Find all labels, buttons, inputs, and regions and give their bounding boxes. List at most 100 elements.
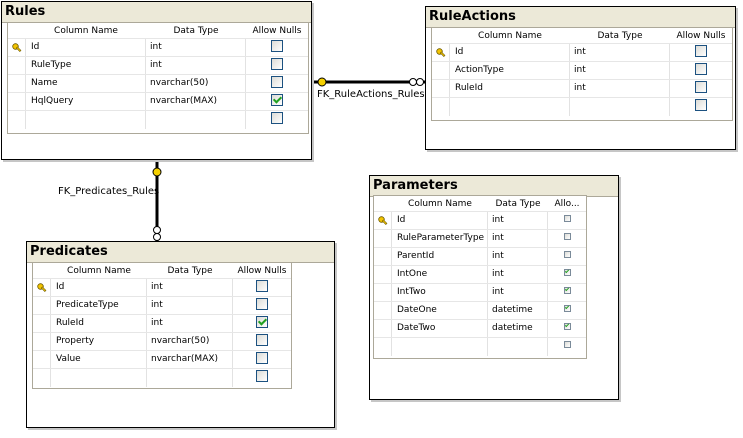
data-type-cell[interactable] — [147, 369, 233, 387]
data-type-header[interactable]: Data Type — [146, 23, 246, 38]
column-name-cell[interactable]: Name — [26, 75, 146, 93]
row-selector[interactable] — [33, 333, 51, 351]
data-type-cell[interactable]: datetime — [488, 302, 548, 320]
row-selector[interactable] — [8, 111, 26, 129]
table-ruleactions[interactable]: RuleActions Column Name Data Type Allow Nul… — [425, 6, 736, 150]
data-type-cell[interactable]: int — [147, 315, 233, 333]
column-name-cell[interactable]: Id — [450, 44, 570, 62]
column-row[interactable] — [374, 337, 586, 356]
row-selector[interactable] — [33, 279, 51, 297]
allow-nulls-header[interactable]: Allow Nulls — [233, 263, 291, 278]
data-type-cell[interactable] — [488, 338, 548, 356]
column-name-cell[interactable]: Value — [51, 351, 147, 369]
column-row[interactable] — [8, 110, 308, 129]
allow-nulls-checkbox[interactable] — [256, 315, 268, 328]
column-row[interactable]: PredicateType int — [33, 296, 291, 315]
relationship-label-predicates-rules[interactable]: FK_Predicates_Rules — [58, 186, 159, 197]
allow-nulls-checkbox[interactable] — [563, 269, 571, 276]
column-row[interactable]: RuleId int — [33, 314, 291, 333]
row-selector[interactable] — [33, 351, 51, 369]
row-selector[interactable] — [374, 284, 392, 302]
allow-nulls-checkbox[interactable] — [271, 93, 283, 106]
row-selector[interactable] — [8, 57, 26, 75]
column-row[interactable]: ParentId int — [374, 247, 586, 266]
table-rules[interactable]: Rules Column Name Data Type Allow Nulls Id in… — [1, 1, 312, 160]
row-selector[interactable] — [374, 320, 392, 338]
row-selector[interactable] — [432, 44, 450, 62]
row-selector[interactable] — [374, 230, 392, 248]
column-row[interactable] — [432, 97, 732, 116]
data-type-cell[interactable]: datetime — [488, 320, 548, 338]
column-row[interactable]: Id int — [8, 38, 308, 57]
allow-nulls-header[interactable]: Allow Nulls — [670, 28, 732, 43]
column-name-cell[interactable]: PredicateType — [51, 297, 147, 315]
column-name-cell[interactable]: Id — [26, 39, 146, 57]
allow-nulls-checkbox[interactable] — [256, 279, 268, 292]
row-selector[interactable] — [8, 39, 26, 57]
column-name-cell[interactable]: ActionType — [450, 62, 570, 80]
table-title[interactable]: Predicates — [27, 242, 334, 263]
data-type-cell[interactable]: int — [147, 279, 233, 297]
allow-nulls-checkbox[interactable] — [271, 75, 283, 88]
allow-nulls-checkbox[interactable] — [256, 351, 268, 364]
column-name-cell[interactable] — [26, 111, 146, 129]
allow-nulls-header[interactable]: Allo... — [548, 196, 586, 211]
column-row[interactable]: DateOne datetime — [374, 301, 586, 320]
column-name-header[interactable]: Column Name — [51, 263, 147, 278]
allow-nulls-checkbox[interactable] — [563, 215, 571, 222]
allow-nulls-checkbox[interactable] — [695, 44, 707, 57]
row-selector[interactable] — [374, 212, 392, 230]
data-type-header[interactable]: Data Type — [488, 196, 548, 211]
row-selector[interactable] — [8, 75, 26, 93]
column-name-cell[interactable]: IntOne — [392, 266, 488, 284]
table-title[interactable]: Rules — [2, 2, 311, 23]
column-row[interactable]: Value nvarchar(MAX) — [33, 350, 291, 369]
allow-nulls-checkbox[interactable] — [271, 57, 283, 70]
row-selector[interactable] — [374, 266, 392, 284]
column-name-cell[interactable]: DateOne — [392, 302, 488, 320]
data-type-cell[interactable] — [570, 98, 670, 116]
column-row[interactable]: Id int — [432, 43, 732, 62]
data-type-cell[interactable]: int — [488, 284, 548, 302]
data-type-cell[interactable]: nvarchar(MAX) — [146, 93, 246, 111]
data-type-cell[interactable]: int — [147, 297, 233, 315]
column-name-cell[interactable] — [392, 338, 488, 356]
data-type-cell[interactable]: int — [146, 57, 246, 75]
column-row[interactable]: Id int — [374, 211, 586, 230]
column-name-cell[interactable]: DateTwo — [392, 320, 488, 338]
data-type-cell[interactable]: int — [488, 230, 548, 248]
column-name-header[interactable]: Column Name — [450, 28, 570, 43]
column-name-cell[interactable]: RuleType — [26, 57, 146, 75]
allow-nulls-checkbox[interactable] — [256, 369, 268, 382]
data-type-cell[interactable]: int — [570, 62, 670, 80]
column-name-header[interactable]: Column Name — [26, 23, 146, 38]
column-row[interactable] — [33, 368, 291, 387]
column-row[interactable]: IntTwo int — [374, 283, 586, 302]
relationship-label-ruleactions-rules[interactable]: FK_RuleActions_Rules — [317, 89, 425, 100]
row-selector[interactable] — [432, 98, 450, 116]
column-name-cell[interactable]: RuleId — [51, 315, 147, 333]
table-parameters[interactable]: Parameters Column Name Data Type Allo... Id i… — [369, 175, 619, 400]
allow-nulls-checkbox[interactable] — [695, 98, 707, 111]
data-type-cell[interactable]: int — [488, 266, 548, 284]
allow-nulls-checkbox[interactable] — [563, 287, 571, 294]
allow-nulls-checkbox[interactable] — [695, 80, 707, 93]
allow-nulls-checkbox[interactable] — [256, 297, 268, 310]
allow-nulls-checkbox[interactable] — [563, 323, 571, 330]
table-title[interactable]: RuleActions — [426, 7, 735, 28]
data-type-cell[interactable]: nvarchar(50) — [146, 75, 246, 93]
column-row[interactable]: Id int — [33, 278, 291, 297]
data-type-cell[interactable]: int — [570, 44, 670, 62]
column-row[interactable]: RuleType int — [8, 56, 308, 75]
allow-nulls-header[interactable]: Allow Nulls — [246, 23, 308, 38]
column-name-cell[interactable]: Id — [392, 212, 488, 230]
column-row[interactable]: ActionType int — [432, 61, 732, 80]
row-selector[interactable] — [432, 80, 450, 98]
data-type-cell[interactable]: nvarchar(MAX) — [147, 351, 233, 369]
data-type-cell[interactable]: int — [488, 248, 548, 266]
allow-nulls-checkbox[interactable] — [563, 233, 571, 240]
data-type-cell[interactable] — [146, 111, 246, 129]
data-type-header[interactable]: Data Type — [570, 28, 670, 43]
column-name-cell[interactable]: HqlQuery — [26, 93, 146, 111]
data-type-cell[interactable]: int — [146, 39, 246, 57]
